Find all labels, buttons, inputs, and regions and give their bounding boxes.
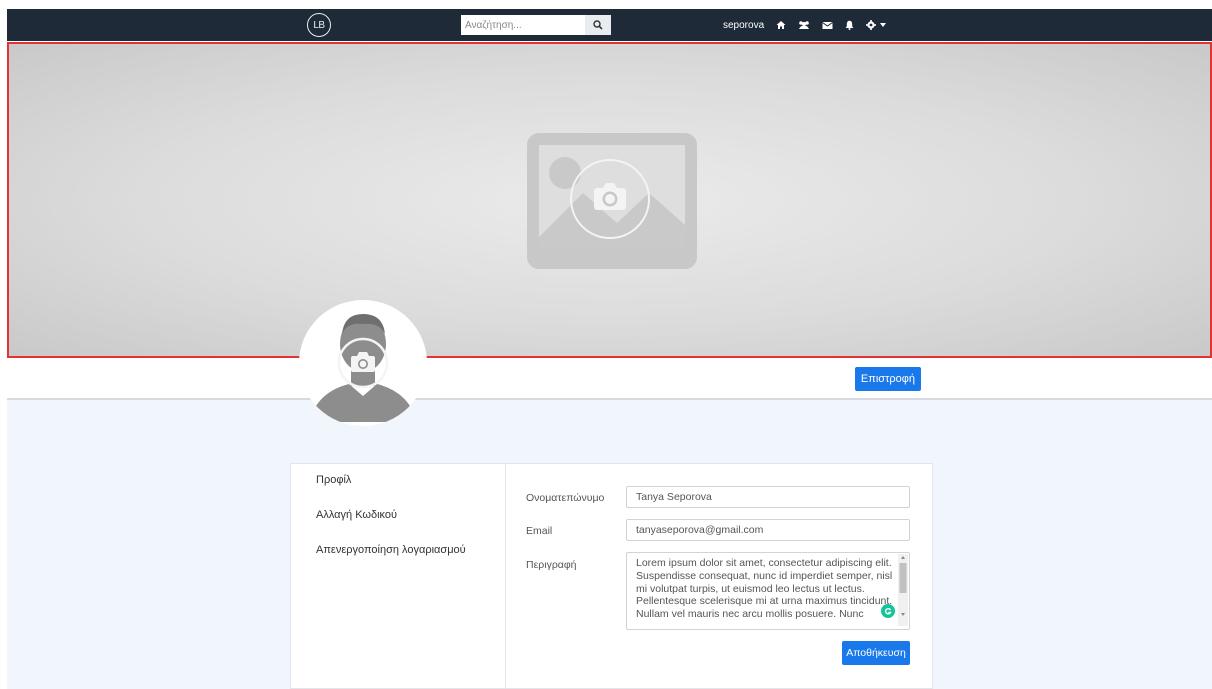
envelope-icon[interactable] bbox=[822, 21, 833, 30]
return-button[interactable]: Επιστροφή bbox=[855, 367, 921, 391]
description-textarea[interactable]: Lorem ipsum dolor sit amet, consectetur … bbox=[626, 552, 910, 630]
logo[interactable]: LB bbox=[307, 13, 331, 37]
users-icon[interactable] bbox=[798, 20, 810, 30]
search-bar bbox=[461, 15, 611, 35]
fullname-label: Ονοματεπώνυμο bbox=[526, 492, 605, 504]
camera-upload-button[interactable] bbox=[570, 159, 650, 239]
top-navbar: LB seporova bbox=[7, 9, 1212, 41]
home-icon[interactable] bbox=[776, 20, 786, 30]
menu-item-change-password[interactable]: Αλλαγή Κωδικού bbox=[316, 509, 397, 521]
textarea-scrollbar[interactable] bbox=[898, 554, 908, 626]
person-silhouette-icon bbox=[309, 314, 417, 422]
grammarly-icon[interactable] bbox=[881, 604, 895, 618]
gear-icon[interactable] bbox=[866, 20, 887, 30]
save-button[interactable]: Αποθήκευση bbox=[842, 641, 910, 665]
nav-right: seporova bbox=[723, 9, 887, 41]
email-label: Email bbox=[526, 525, 553, 537]
search-button[interactable] bbox=[585, 15, 611, 35]
description-label: Περιγραφή bbox=[526, 559, 577, 571]
camera-icon bbox=[594, 183, 626, 210]
cover-image[interactable] bbox=[7, 42, 1212, 358]
search-input[interactable] bbox=[461, 15, 585, 35]
menu-item-profile[interactable]: Προφίλ bbox=[316, 474, 351, 486]
email-field[interactable]: tanyaseporova@gmail.com bbox=[626, 519, 910, 541]
description-text: Lorem ipsum dolor sit amet, consectetur … bbox=[636, 557, 893, 621]
search-icon bbox=[593, 20, 603, 30]
menu-item-deactivate-account[interactable]: Απενεργοποίηση λογαριασμού bbox=[316, 544, 466, 556]
fullname-field[interactable]: Tanya Seporova bbox=[626, 486, 910, 508]
avatar[interactable] bbox=[299, 300, 427, 426]
bell-icon[interactable] bbox=[845, 20, 854, 30]
caret-down-icon bbox=[880, 23, 887, 27]
cover-placeholder-image bbox=[527, 133, 697, 269]
username-link[interactable]: seporova bbox=[723, 20, 764, 31]
card-divider bbox=[505, 464, 506, 689]
